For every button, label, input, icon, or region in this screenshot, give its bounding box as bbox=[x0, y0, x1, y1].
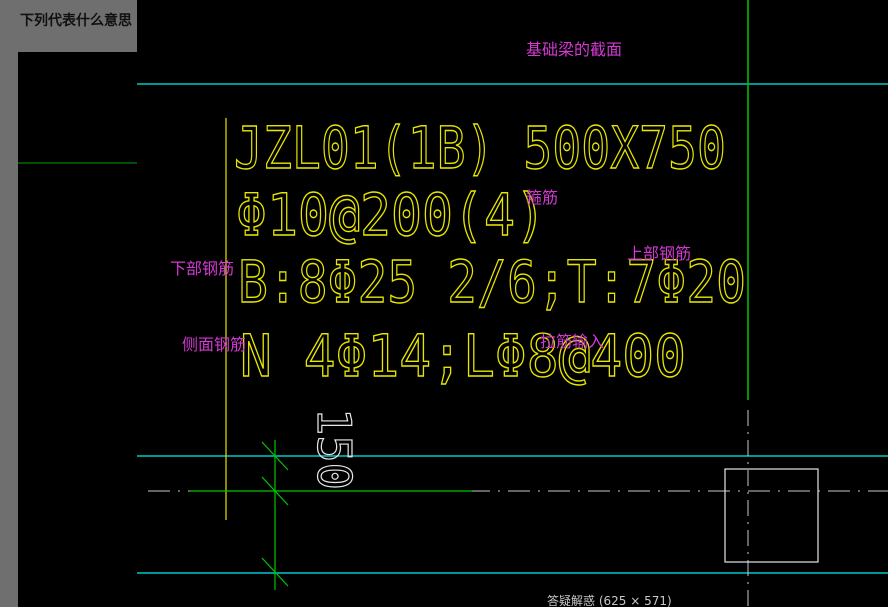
annotation-bottom-bars: 下部钢筋 bbox=[170, 259, 235, 278]
cad-side-tie-spec: N 4Φ14;LΦ8@400 bbox=[240, 322, 686, 390]
dimension-value: 150 bbox=[307, 408, 361, 490]
cad-beam-label: JZL01(1B) 500X750 bbox=[234, 114, 726, 182]
screenshot-root: 下列代表什么意思 JZL01(1B) 500X750 Φ10@200(4) B:… bbox=[0, 0, 888, 607]
image-viewer-caption: 答疑解惑 (625 × 571) bbox=[547, 594, 672, 607]
cad-stirrup-spec: Φ10@200(4) bbox=[236, 181, 546, 249]
annotation-side-bars: 侧面钢筋 bbox=[182, 335, 247, 354]
annotation-stirrup: 箍筋 bbox=[526, 188, 559, 207]
annotation-beam-section: 基础梁的截面 bbox=[526, 40, 623, 59]
annotation-top-bars: 上部钢筋 bbox=[627, 244, 692, 263]
cad-drawing: JZL01(1B) 500X750 Φ10@200(4) B:8Φ25 2/6;… bbox=[137, 0, 888, 607]
annotation-tie-bars: 拉筋输入 bbox=[540, 332, 605, 351]
